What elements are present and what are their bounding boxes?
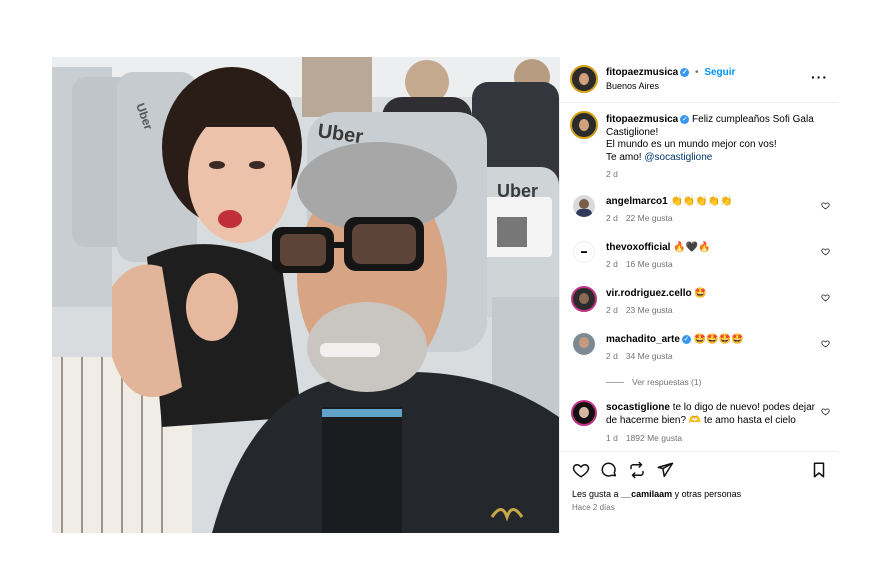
post-actions-bar — [560, 451, 838, 482]
vox-logo-icon: ▬ — [581, 249, 587, 255]
comment-username[interactable]: socastiglione — [606, 402, 670, 413]
caption-time: 2 d — [606, 169, 618, 179]
comment-avatar[interactable] — [571, 400, 597, 426]
post-location[interactable]: Buenos Aires — [606, 81, 659, 91]
comment-time: 2 d — [606, 305, 618, 315]
more-options-icon[interactable]: ··· — [811, 69, 828, 85]
post-header: fitopaezmusica ✓ • Seguir Buenos Aires ··… — [560, 57, 838, 103]
verified-badge-icon: ✓ — [680, 67, 690, 77]
comment-text: 🔥🖤🔥 — [673, 242, 711, 253]
comment-bubble-icon[interactable] — [600, 461, 618, 479]
share-send-icon[interactable] — [656, 461, 674, 479]
comment-username[interactable]: angelmarco1 — [606, 196, 668, 207]
seat-brand-text: Uber — [497, 181, 538, 201]
caption-text-line: Castiglione! — [606, 126, 659, 138]
photo-illustration: Uber Uber Uber — [52, 57, 559, 533]
comment-text: 🤩🤩🤩🤩 — [693, 334, 744, 345]
caption-text-line: Feliz cumpleaños Sofi Gala — [692, 114, 814, 125]
comment-like-heart-icon[interactable] — [821, 293, 830, 302]
comment-likes[interactable]: 1892 Me gusta — [626, 433, 682, 443]
like-heart-icon[interactable] — [572, 461, 590, 479]
comment-time: 2 d — [606, 213, 618, 223]
comment-text: 👏👏👏👏👏 — [670, 196, 733, 207]
comment-text: 🤩 — [694, 288, 707, 299]
replies-divider — [606, 382, 624, 384]
comment-username[interactable]: thevoxofficial — [606, 242, 670, 253]
separator-dot: • — [695, 67, 699, 78]
comment-avatar[interactable]: ▬ — [573, 241, 595, 263]
comment-username[interactable]: vir.rodriguez.cello — [606, 288, 692, 299]
likes-summary-prefix: Les gusta a — [572, 489, 619, 499]
likes-summary: Les gusta a __camilaam y otras personas — [572, 489, 741, 499]
caption-avatar[interactable] — [570, 111, 598, 139]
repost-icon[interactable] — [628, 461, 646, 479]
comment-avatar[interactable] — [573, 333, 595, 355]
comment-time: 2 d — [606, 259, 618, 269]
comment-like-heart-icon[interactable] — [821, 339, 830, 348]
save-bookmark-icon[interactable] — [810, 461, 828, 479]
comment-like-heart-icon[interactable] — [821, 407, 830, 416]
view-replies-label[interactable]: Ver respuestas (1) — [632, 377, 701, 387]
comment-likes[interactable]: 23 Me gusta — [626, 305, 673, 315]
comment-likes[interactable]: 16 Me gusta — [626, 259, 673, 269]
comment-time: 2 d — [606, 351, 618, 361]
view-replies-toggle[interactable]: Ver respuestas (1) — [606, 377, 701, 387]
post-side-panel: fitopaezmusica ✓ • Seguir Buenos Aires ··… — [559, 57, 838, 533]
verified-badge-icon: ✓ — [680, 114, 690, 124]
comment-likes[interactable]: 34 Me gusta — [626, 351, 673, 361]
follow-button[interactable]: Seguir — [704, 67, 735, 78]
comment-like-heart-icon[interactable] — [821, 247, 830, 256]
comment-text: de hacerme bien? 🫶 te amo hasta el cielo — [606, 414, 796, 426]
author-avatar[interactable] — [570, 65, 598, 93]
post-timestamp: Hace 2 días — [572, 503, 615, 512]
comment-like-heart-icon[interactable] — [821, 201, 830, 210]
verified-badge-icon: ✓ — [681, 334, 691, 344]
likes-summary-suffix[interactable]: y otras personas — [675, 489, 742, 499]
caption-mention-link[interactable]: @socastiglione — [644, 152, 712, 163]
author-username[interactable]: fitopaezmusica — [606, 67, 678, 78]
caption-text-line: El mundo es un mundo mejor con vos! — [606, 139, 777, 150]
instagram-post: Uber Uber Uber fitopaezmusica ✓ • Seguir … — [52, 57, 838, 533]
comment-text: te lo digo de nuevo! podes dejar — [672, 402, 816, 413]
caption-username[interactable]: fitopaezmusica — [606, 114, 678, 125]
comment-username[interactable]: machadito_arte — [606, 334, 680, 345]
comment-avatar[interactable] — [573, 195, 595, 217]
comment-avatar[interactable] — [571, 286, 597, 312]
likes-summary-user[interactable]: __camilaam — [621, 489, 672, 499]
comment-likes[interactable]: 22 Me gusta — [626, 213, 673, 223]
comment-time: 1 d — [606, 433, 618, 443]
post-photo[interactable]: Uber Uber Uber — [52, 57, 559, 533]
caption-text-line: Te amo! — [606, 151, 642, 163]
